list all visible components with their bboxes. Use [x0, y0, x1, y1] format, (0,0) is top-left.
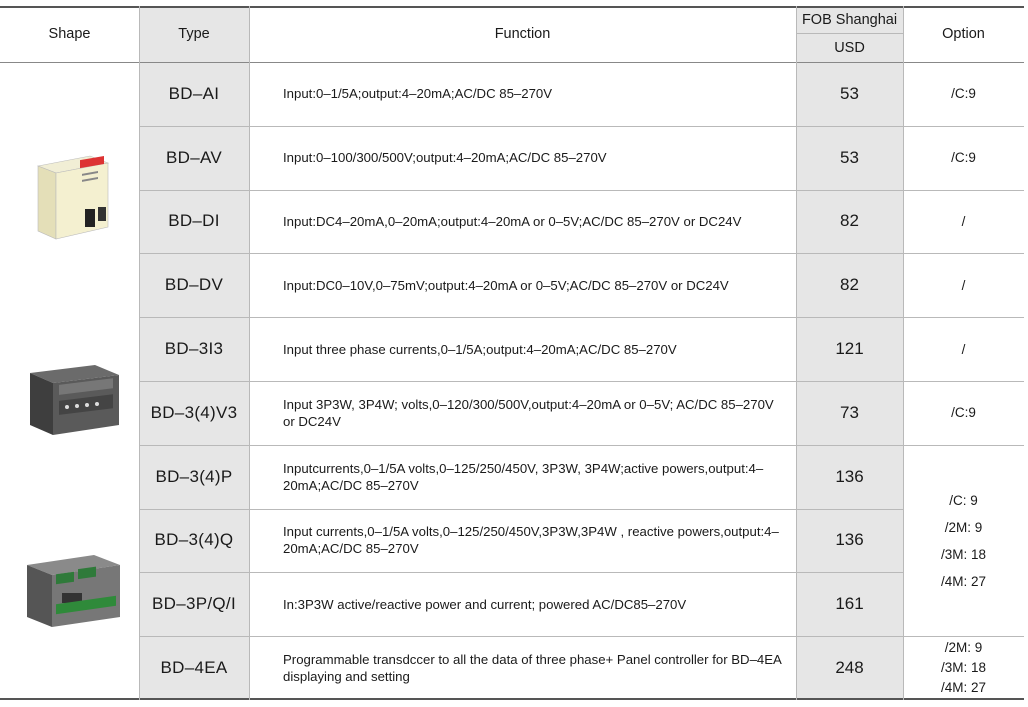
price-table: Shape Type Function FOB Shanghai USD Opt… — [0, 6, 1024, 700]
row-function: Input 3P3W, 3P4W; volts,0–120/300/500V,o… — [283, 396, 774, 429]
option-line: /2M: 9 — [944, 519, 983, 535]
header-fob: FOB Shanghai — [801, 11, 898, 28]
header-option: Option — [942, 26, 985, 42]
row-option: /C:9 — [951, 150, 976, 166]
row-price: 82 — [840, 275, 859, 295]
row-type: BD–3(4)Q — [154, 530, 234, 550]
row-type: BD–3I3 — [164, 339, 224, 359]
row-option: / — [961, 341, 966, 357]
row-function: Input:DC4–20mA,0–20mA;output:4–20mA or 0… — [283, 213, 742, 229]
row-function: Programmable transdccer to all the data … — [283, 652, 782, 685]
row-type: BD–3(4)P — [155, 466, 233, 486]
header-type: Type — [178, 26, 210, 42]
row-divider — [139, 444, 1024, 446]
din-rail-transducer-icon — [36, 155, 110, 240]
row-price: 82 — [840, 211, 859, 231]
header-divider — [0, 62, 1024, 63]
option-ea-group: /2M: 9 /3M: 18 /4M: 27 — [903, 636, 1024, 700]
bottom-border — [0, 698, 1024, 700]
row-function: Inputcurrents,0–1/5A volts,0–125/250/450… — [283, 460, 764, 493]
row-divider — [139, 508, 903, 510]
row-divider — [139, 636, 1024, 638]
row-divider — [139, 125, 1024, 127]
row-type: BD–AI — [168, 83, 220, 103]
row-type: BD–4EA — [160, 658, 228, 678]
row-function: Input:DC0–10V,0–75mV;output:4–20mA or 0–… — [283, 277, 729, 293]
row-type: BD–DV — [164, 275, 224, 295]
header-function: Function — [494, 26, 551, 42]
row-price: 121 — [835, 339, 864, 359]
row-option: /C:9 — [951, 405, 976, 421]
header-shape: Shape — [48, 26, 91, 42]
option-line: /2M: 9 — [944, 640, 983, 655]
row-type: BD–3(4)V3 — [150, 402, 238, 422]
three-phase-transducer-icon — [30, 365, 119, 435]
row-function: Input currents,0–1/5A volts,0–125/250/45… — [283, 524, 779, 557]
col-divider — [796, 6, 797, 700]
row-price: 136 — [835, 466, 864, 486]
row-function: Input:0–100/300/500V;output:4–20mA;AC/DC… — [283, 150, 607, 166]
option-line: /4M: 27 — [940, 680, 987, 695]
option-line: /3M: 18 — [940, 660, 987, 675]
row-divider — [139, 572, 903, 574]
row-price: 73 — [840, 402, 859, 422]
row-price: 53 — [840, 83, 859, 103]
row-type: BD–AV — [166, 147, 222, 167]
row-divider — [139, 381, 1024, 382]
top-border — [0, 6, 1024, 8]
row-price: 136 — [835, 530, 864, 550]
row-price: 161 — [835, 594, 864, 614]
row-option: / — [961, 277, 966, 293]
header-currency: USD — [834, 40, 865, 56]
col-divider — [903, 6, 904, 700]
row-function: Input:0–1/5A;output:4–20mA;AC/DC 85–270V — [283, 86, 553, 102]
option-line: /3M: 18 — [940, 546, 987, 562]
col-divider — [249, 6, 250, 700]
row-option: / — [961, 213, 966, 229]
row-type: BD–DI — [168, 211, 220, 231]
row-option: /C:9 — [951, 86, 976, 102]
row-function: In:3P3W active/reactive power and curren… — [283, 596, 687, 612]
row-type: BD–3P/Q/I — [152, 594, 236, 614]
option-power-group: /C: 9 /2M: 9 /3M: 18 /4M: 27 — [903, 445, 1024, 636]
row-price: 53 — [840, 147, 859, 167]
option-line: /4M: 27 — [940, 573, 987, 589]
col-divider — [139, 6, 140, 700]
row-price: 248 — [835, 658, 864, 678]
option-line: /C: 9 — [949, 492, 978, 508]
row-divider — [139, 189, 1024, 191]
power-transducer-icon — [27, 555, 120, 627]
row-function: Input three phase currents,0–1/5A;output… — [283, 341, 677, 357]
header-sub-divider — [796, 33, 903, 34]
row-divider — [139, 317, 1024, 319]
row-divider — [139, 253, 1024, 255]
